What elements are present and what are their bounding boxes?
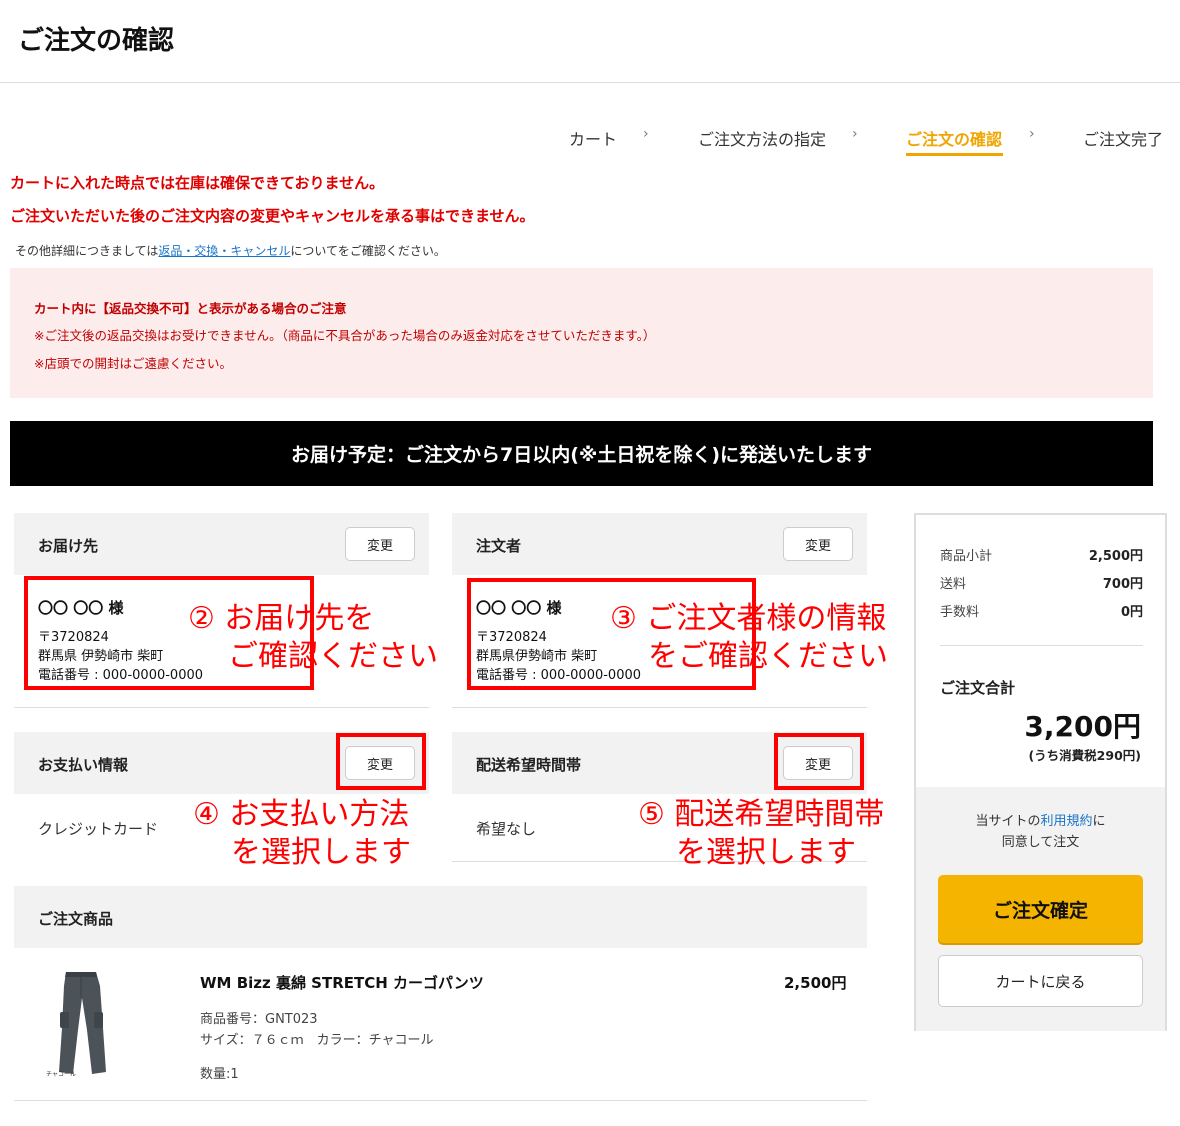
agree-line2: 同意して注文 [1001,835,1080,850]
divider [452,707,867,708]
notice-line: ※ご注文後の返品交換はお受けできません。（商品に不具合があった場合のみ返金対応を… [34,328,656,343]
active-step-underline [906,153,1003,156]
annotation-line: ④ お支払い方法 [193,797,410,832]
summary-value: 0円 [1120,605,1143,620]
confirm-order-button[interactable]: ご注文確定 [938,875,1143,943]
products-label: ご注文商品 [38,910,114,928]
delivery-label: お届け先 [38,537,99,555]
notice-line: ※店頭での開封はご遠慮ください。 [34,356,232,371]
order-summary: 商品小計 2,500円 送料 700円 手数料 0円 ご注文合計 3,200円 … [914,513,1167,1031]
step-order-method: ご注文方法の指定 [698,130,827,149]
annotation-line: を選択します [676,835,856,870]
annotation-payment: ④ お支払い方法 を選択します [193,796,411,872]
stock-warning: カートに入れた時点では在庫は確保できておりません。 [10,174,385,192]
annotation-delivery: ② お届け先を ご確認ください [188,600,438,676]
checkout-steps: カート › ご注文方法の指定 › ご注文の確認 › ご注文完了 [0,126,1180,166]
details-note: その他詳細につきましては返品・交換・キャンセルについてをご確認ください。 [15,242,446,259]
summary-value: 2,500円 [1088,549,1143,564]
summary-subtotal: 商品小計 2,500円 [940,545,1143,564]
divider [14,707,429,708]
delivery-time-value: 希望なし [476,820,537,838]
note-suffix: についてをご確認ください。 [290,244,446,258]
divider [940,645,1143,646]
orderer-label: 注文者 [476,537,522,555]
summary-value: 700円 [1102,577,1143,592]
terms-link[interactable]: 利用規約 [1040,814,1092,829]
annotation-line: を選択します [231,835,411,870]
summary-fee: 手数料 0円 [940,601,1143,620]
annotation-delivery-time: ⑤ 配送希望時間帯 を選択します [638,796,884,872]
orderer-card-header: 注文者 変更 [452,513,867,575]
product-price: 2,500円 [784,974,847,992]
step-cart: カート [569,130,618,149]
delivery-card-header: お届け先 変更 [14,513,429,575]
summary-actions: 当サイトの利用規約に 同意して注文 ご注文確定 カートに戻る [916,787,1165,1031]
chevron-right-icon: › [852,126,858,142]
annotation-line: ③ ご注文者様の情報 [610,601,887,636]
summary-shipping: 送料 700円 [940,573,1143,592]
annotation-orderer: ③ ご注文者様の情報 をご確認ください [610,600,888,676]
total-tax: (うち消費税290円) [1028,748,1141,763]
chevron-right-icon: › [1029,126,1035,142]
product-name: WM Bizz 裏綿 STRETCH カーゴパンツ [200,974,484,992]
notice-heading: カート内に【返品交換不可】と表示がある場合のご注意 [34,301,347,316]
agree-prefix: 当サイトの [975,814,1041,829]
delivery-change-button[interactable]: 変更 [345,527,415,561]
product-size-color: サイズ：７６ｃｍ カラー：チャコール [200,1033,434,1048]
cancel-warning: ご注文いただいた後のご注文内容の変更やキャンセルを承る事はできません。 [10,207,535,225]
total-label: ご注文合計 [940,679,1016,697]
annotation-line: ご確認ください [228,639,438,674]
products-section: ご注文商品 [14,886,867,948]
returns-link[interactable]: 返品・交換・キャンセル [158,244,290,258]
annotation-frame [336,733,426,790]
terms-agreement: 当サイトの利用規約に 同意して注文 [916,811,1165,853]
products-header: ご注文商品 [14,886,867,948]
annotation-line: ⑤ 配送希望時間帯 [638,797,885,832]
divider [14,1100,867,1101]
step-order-confirm: ご注文の確認 [906,130,1003,149]
title-divider [0,82,1180,83]
product-code: 商品番号：GNT023 [200,1012,318,1027]
chevron-right-icon: › [643,126,649,142]
annotation-line: をご確認ください [648,639,888,674]
step-order-complete: ご注文完了 [1083,130,1164,149]
agree-suffix: に [1092,814,1106,829]
product-image-caption: チャコール [46,1071,76,1078]
summary-label: 送料 [940,577,967,592]
back-to-cart-button[interactable]: カートに戻る [938,955,1143,1007]
total-value: 3,200円 [1024,710,1141,743]
summary-label: 手数料 [940,605,980,620]
return-notice-box: カート内に【返品交換不可】と表示がある場合のご注意 ※ご注文後の返品交換はお受け… [10,268,1153,398]
shipping-banner: お届け予定：ご注文から7日以内(※土日祝を除く)に発送いたします [10,421,1153,486]
payment-method-value: クレジットカード [38,820,159,838]
page-title: ご注文の確認 [18,26,175,56]
annotation-line: ② お届け先を [188,601,375,636]
summary-label: 商品小計 [940,549,993,564]
delivery-time-label: 配送希望時間帯 [476,756,582,774]
note-prefix: その他詳細につきましては [15,244,159,258]
product-quantity: 数量:1 [200,1067,239,1082]
product-image: チャコール [46,972,106,1078]
annotation-frame [774,733,864,790]
orderer-change-button[interactable]: 変更 [783,527,853,561]
payment-label: お支払い情報 [38,756,129,774]
